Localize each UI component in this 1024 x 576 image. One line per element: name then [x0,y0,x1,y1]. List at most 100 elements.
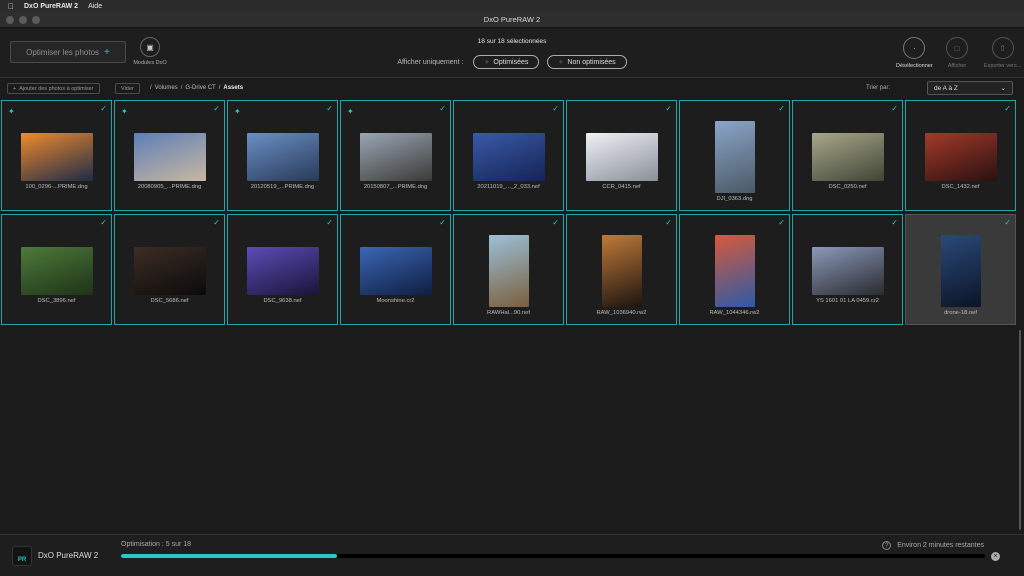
sort-label: Trier par: [866,85,891,91]
photo-thumbnail[interactable]: ✓ YS 1601 01 LA 0459.cr2 [792,214,903,325]
filter-optimized-button[interactable]: ✧ Optimisées [473,55,540,69]
photo-filename: CCR_0415.nef [602,184,641,190]
photo-thumbnail[interactable]: ✓ DSC_3896.nef [1,214,112,325]
photo-image [359,133,432,181]
clear-button[interactable]: Vider [115,83,140,94]
checkmark-icon[interactable]: ✓ [100,218,107,227]
checkmark-icon[interactable]: ✓ [891,104,898,113]
photo-image [359,247,432,295]
not-optimized-icon: ✧ [558,59,564,66]
photo-thumbnail[interactable]: ✓ CCR_0415.nef [566,100,677,211]
photo-thumbnail[interactable]: ✓ DSC_9638.nef [227,214,338,325]
show-button[interactable]: □ Afficher [946,37,968,69]
photo-thumbnail[interactable]: ✦ ✓ 20150807_...PRIME.dng [340,100,451,211]
filter-label: Afficher uniquement : [397,58,464,66]
photo-filename: RAW_1036940.rw2 [596,310,647,316]
photo-image [20,247,93,295]
checkmark-icon[interactable]: ✓ [665,104,672,113]
menu-app-name[interactable]: DxO PureRAW 2 [24,3,78,10]
scrollbar-thumb[interactable] [1019,330,1021,530]
status-footer: PR DxO PureRAW 2 Optimisation : 5 sur 18… [0,534,1024,576]
menu-item-help[interactable]: Aide [88,3,102,10]
checkmark-icon[interactable]: ✓ [778,104,785,113]
sort-value: de A à Z [934,84,958,92]
checkmark-icon[interactable]: ✓ [665,218,672,227]
photo-thumbnail[interactable]: ✓ 20211019_..._2_033.nef [453,100,564,211]
export-icon: ⇧ [991,37,1014,59]
checkmark-icon[interactable]: ✓ [891,218,898,227]
optimized-icon: ✧ [484,59,490,66]
checkmark-icon[interactable]: ✓ [552,218,559,227]
checkmark-icon[interactable]: ✓ [1004,104,1011,113]
checkmark-icon[interactable]: ✓ [552,104,559,113]
optimized-star-icon: ✦ [234,107,241,116]
plus-icon: + [13,85,17,92]
checkmark-icon[interactable]: ✓ [326,218,333,227]
photo-filename: RAW_1044346.rw2 [709,310,760,316]
checkmark-icon[interactable]: ✓ [100,104,107,113]
photo-image [714,235,755,307]
photo-thumbnail[interactable]: ✓ DSC_1432.nef [905,100,1016,211]
photo-thumbnail[interactable]: ✓ DSC_5686.nef [114,214,225,325]
zoom-window-button[interactable] [32,16,40,24]
photo-filename: DSC_3896.nef [37,298,76,304]
photo-filename: YS 1601 01 LA 0459.cr2 [816,298,879,304]
filter-row: Afficher uniquement : ✧ Optimisées ✧ Non… [0,55,1024,69]
photo-filename: 100_0296-...PRIME.dng [25,184,88,190]
photo-image [940,235,981,307]
photo-image [601,235,642,307]
progress-bar [121,554,985,558]
checkmark-icon[interactable]: ✓ [439,104,446,113]
progress-fill [121,554,337,558]
close-window-button[interactable] [6,16,14,24]
sort-select[interactable]: de A à Z ⌄ [927,81,1013,95]
photo-thumbnail[interactable]: ✦ ✓ 20120519_...PRIME.dng [227,100,338,211]
checkmark-icon[interactable]: ✓ [439,218,446,227]
export-button[interactable]: ⇧ Exporter vers... [984,37,1021,69]
footer-app-name: DxO PureRAW 2 [38,551,99,560]
checkmark-icon[interactable]: ✓ [778,218,785,227]
photo-thumbnail[interactable]: ✦ ✓ 20080905_...PRIME.dng [114,100,225,211]
help-icon[interactable]: ? [882,541,892,550]
deselect-button[interactable]: · Désélectionner [896,37,933,69]
photo-image [488,235,529,307]
photo-thumbnail[interactable]: ✦ ✓ 100_0296-...PRIME.dng [1,100,112,211]
time-remaining: ? Environ 2 minutes restantes [882,541,984,550]
photo-thumbnail[interactable]: ✓ DSC_0250.nef [792,100,903,211]
photo-filename: DJI_0363.dng [716,196,753,202]
breadcrumb-item[interactable]: Volumes [155,85,178,91]
photo-filename: 20080905_...PRIME.dng [137,184,202,190]
checkmark-icon[interactable]: ✓ [213,104,220,113]
photo-thumbnail[interactable]: ✓ RAW_1044346.rw2 [679,214,790,325]
photo-image [133,133,206,181]
breadcrumb-item[interactable]: G-Drive CT [185,85,215,91]
toolbar: Optimiser les photos + ▣ Modules DxO 18 … [0,28,1024,78]
photo-thumbnail[interactable]: ✓ drone-18.nef [905,214,1016,325]
photo-thumbnail[interactable]: ✓ DJI_0363.dng [679,100,790,211]
photo-thumbnail[interactable]: ✓ RAWHal...90.nef [453,214,564,325]
window-title: DxO PureRAW 2 [483,15,541,24]
photo-thumbnail[interactable]: ✓ Moonshine.cr2 [340,214,451,325]
photo-filename: DSC_5686.nef [150,298,189,304]
breadcrumb-item-current[interactable]: Assets [223,85,243,91]
apple-icon[interactable]:  [8,2,14,11]
photo-filename: Moonshine.cr2 [376,298,415,304]
cancel-optimization-button[interactable]: × [991,552,1000,561]
photo-filename: 20150807_...PRIME.dng [363,184,428,190]
checkmark-icon[interactable]: ✓ [213,218,220,227]
show-label: Afficher [947,63,967,69]
photo-image [924,133,997,181]
checkmark-icon[interactable]: ✓ [1004,218,1011,227]
filter-not-optimized-button[interactable]: ✧ Non optimisées [547,55,627,69]
photo-thumbnail[interactable]: ✓ RAW_1036940.rw2 [566,214,677,325]
add-photos-button[interactable]: + Ajouter des photos à optimiser [7,83,100,94]
scrollbar[interactable] [1018,100,1022,530]
checkmark-icon[interactable]: ✓ [326,104,333,113]
minimize-window-button[interactable] [19,16,27,24]
photo-image [811,247,884,295]
photo-filename: 20211019_..._2_033.nef [477,184,540,190]
photo-image [472,133,545,181]
window-controls [6,16,40,24]
clear-label: Vider [121,85,134,92]
optimized-star-icon: ✦ [8,107,15,116]
